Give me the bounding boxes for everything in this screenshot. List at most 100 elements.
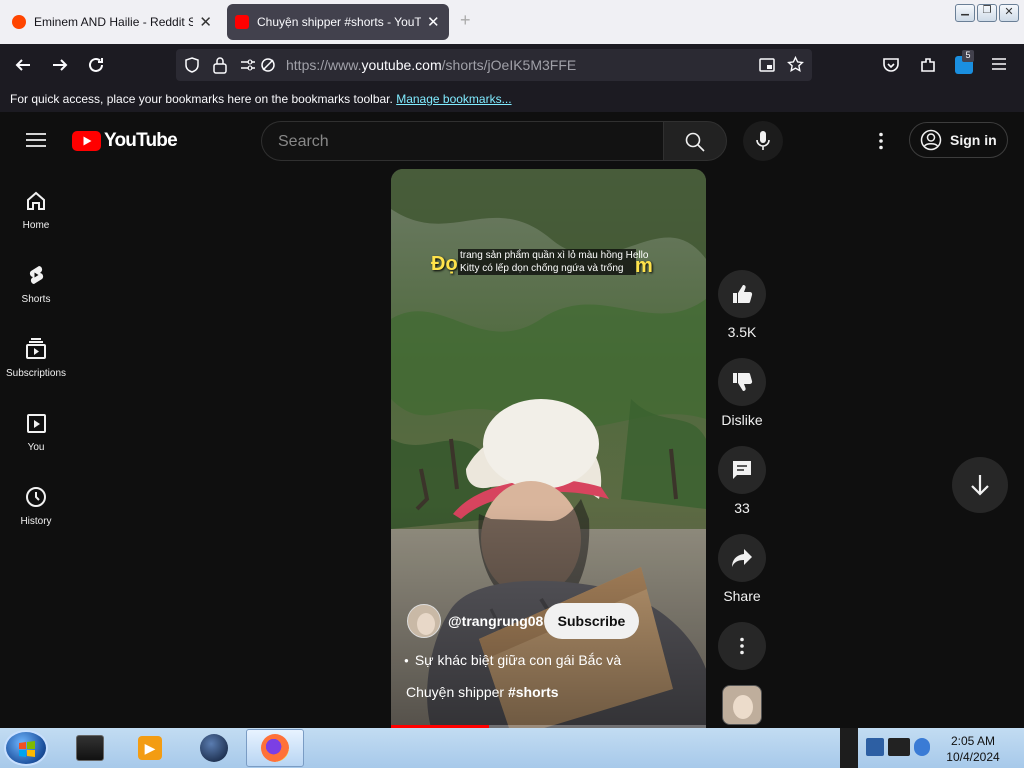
windows-logo-icon <box>19 741 35 757</box>
bookmarks-message: For quick access, place your bookmarks h… <box>10 92 393 106</box>
next-video-button[interactable] <box>952 457 1008 513</box>
comment-icon <box>733 461 751 479</box>
logo-text: YouTube <box>104 130 178 151</box>
sound-thumbnail[interactable] <box>722 685 762 725</box>
you-library-icon <box>27 414 46 433</box>
taskbar-firefox-active[interactable] <box>246 729 304 767</box>
sidebar-item-home[interactable]: Home <box>0 190 72 231</box>
sidebar-label: Home <box>22 220 50 231</box>
firefox-icon <box>261 734 289 762</box>
manage-bookmarks-link[interactable]: Manage bookmarks... <box>396 92 511 106</box>
shorts-video-player[interactable]: Đọ m trang sản phẩm quần xì lỏ màu hồng … <box>391 169 706 728</box>
dislike-button[interactable] <box>718 358 766 406</box>
sidebar-label: Shorts <box>21 294 51 305</box>
sidebar-item-history[interactable]: History <box>0 486 72 527</box>
reload-icon[interactable] <box>87 56 105 74</box>
sidebar-label: Subscriptions <box>5 368 67 379</box>
extensions-icon[interactable] <box>919 56 937 74</box>
tab-reddit[interactable]: Eminem AND Hailie - Reddit Se ✕ <box>4 4 220 40</box>
back-icon[interactable] <box>14 56 32 74</box>
settings-more-icon[interactable] <box>878 132 884 150</box>
lock-icon[interactable] <box>212 56 228 74</box>
comments-button[interactable] <box>718 446 766 494</box>
pocket-icon[interactable] <box>882 56 900 74</box>
caption-large-left: Đọ <box>431 253 458 275</box>
start-button[interactable] <box>4 730 48 766</box>
video-title-line-2[interactable]: Chuyện shipper #shorts <box>406 684 559 700</box>
clock[interactable]: 2:05 AM 10/4/2024 <box>938 733 1008 765</box>
video-title-line-1[interactable]: ● Sự khác biệt giữa con gái Bắc và <box>404 652 621 668</box>
caption-line-1: trang sản phẩm quần xì lỏ màu hồng Hello <box>460 250 649 261</box>
music-bullet-icon: ● <box>404 656 409 665</box>
search-input[interactable]: Search <box>261 121 663 161</box>
url-path: /shorts/jOeIK5M3FFE <box>441 57 577 73</box>
search-button[interactable] <box>663 121 727 161</box>
arrow-down-icon <box>971 475 989 496</box>
sidebar-item-you[interactable]: You <box>0 412 72 453</box>
url-text[interactable]: https://www.youtube.com/shorts/jOeIK5M3F… <box>286 57 576 73</box>
tray-speaker-icon[interactable] <box>914 738 930 756</box>
thumbs-up-icon <box>733 285 753 303</box>
picture-in-picture-icon[interactable] <box>759 57 775 73</box>
restore-button[interactable]: ❐ <box>977 4 997 22</box>
tab-youtube-active[interactable]: Chuyện shipper #shorts - YouTu ✕ <box>227 4 449 40</box>
voice-search-button[interactable] <box>743 121 783 161</box>
app-menu-icon[interactable] <box>991 57 1007 71</box>
like-count: 3.5K <box>727 324 757 340</box>
sign-in-label: Sign in <box>950 132 997 148</box>
close-tab-icon[interactable]: ✕ <box>199 13 212 31</box>
show-hidden-icons[interactable] <box>840 728 858 768</box>
navigation-toolbar: https://www.youtube.com/shorts/jOeIK5M3F… <box>0 44 1024 86</box>
sidebar-item-subscriptions[interactable]: Subscriptions <box>0 338 72 379</box>
hashtag-link[interactable]: #shorts <box>508 684 559 700</box>
youtube-logo[interactable]: YouTube <box>72 130 178 152</box>
shield-icon[interactable] <box>184 57 200 73</box>
channel-avatar[interactable] <box>407 604 441 638</box>
tray-monitor-icon[interactable] <box>888 738 910 756</box>
sign-in-button[interactable]: Sign in <box>909 122 1008 158</box>
like-button[interactable] <box>718 270 766 318</box>
subscriptions-icon <box>26 338 46 359</box>
url-domain: youtube.com <box>361 57 442 73</box>
sidebar-label: You <box>27 442 45 453</box>
taskbar-app-3[interactable] <box>186 730 242 766</box>
tab-title: Chuyện shipper #shorts - YouTu <box>257 15 421 29</box>
caption-line-2: Kitty có lếp dọn chống ngứa và trống <box>460 263 624 274</box>
autoplay-blocked-icon[interactable] <box>260 57 276 73</box>
shorts-icon <box>29 266 44 284</box>
globe-app-icon <box>200 734 228 762</box>
channel-name[interactable]: @trangrung08 <box>448 613 543 629</box>
guide-menu-icon[interactable] <box>26 132 46 148</box>
close-tab-icon[interactable]: ✕ <box>427 13 440 31</box>
sidebar-item-shorts[interactable]: Shorts <box>0 264 72 305</box>
caption-box: trang sản phẩm quần xì lỏ màu hồng Hello… <box>458 249 649 275</box>
tray-network-icon[interactable] <box>866 738 884 756</box>
close-window-button[interactable]: ✕ <box>999 4 1019 22</box>
url-bar[interactable]: https://www.youtube.com/shorts/jOeIK5M3F… <box>176 49 812 81</box>
more-vertical-icon <box>740 637 744 655</box>
black-box-icon <box>76 735 104 761</box>
home-icon <box>27 191 45 210</box>
sidebar-label: History <box>20 516 52 527</box>
permissions-icon[interactable] <box>240 57 256 73</box>
windows-taskbar: ▶ 2:05 AM 10/4/2024 <box>0 728 1024 768</box>
window-controls: ▁ ❐ ✕ <box>955 4 1021 22</box>
microphone-icon <box>756 131 770 150</box>
subscribe-button[interactable]: Subscribe <box>544 603 639 639</box>
bookmark-star-icon[interactable] <box>787 56 804 73</box>
share-button[interactable] <box>718 534 766 582</box>
minimize-button[interactable]: ▁ <box>955 4 975 22</box>
share-arrow-icon <box>732 549 752 567</box>
tab-title: Eminem AND Hailie - Reddit Se <box>34 15 194 29</box>
reddit-icon <box>12 15 26 29</box>
new-tab-button[interactable]: + <box>460 10 471 31</box>
comment-count: 33 <box>734 500 750 516</box>
taskbar-app-1[interactable] <box>62 730 118 766</box>
taskbar-media-player[interactable]: ▶ <box>122 730 178 766</box>
title-text: Sự khác biệt giữa con gái Bắc và <box>414 652 622 668</box>
account-icon <box>920 129 942 151</box>
youtube-play-logo-icon <box>72 131 101 151</box>
media-player-icon: ▶ <box>138 736 162 760</box>
more-actions-button[interactable] <box>718 622 766 670</box>
forward-icon[interactable] <box>51 56 69 74</box>
